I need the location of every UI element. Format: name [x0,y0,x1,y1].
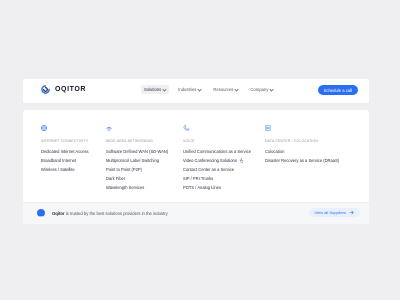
menu-link[interactable]: Wavelength Services [106,185,168,190]
menu-link[interactable]: Broadband Internet [41,158,89,163]
menu-link[interactable]: Dedicated Internet Access [41,149,89,154]
menu-link[interactable]: Disaster Recovery as a Service (DRaaS) [265,158,339,163]
nav-item-industries[interactable]: Industries [175,85,204,94]
schedule-call-button[interactable]: Schedule a call [317,85,358,95]
globe-icon [40,124,48,132]
chevron-down-icon [269,86,274,92]
menu-link[interactable]: Unified Communications as a Service [183,149,251,154]
menu-link[interactable]: Contact Center as a Service [183,167,251,172]
menu-column-wan: WIDE AREA NETWORKING Software Defined WA… [106,121,168,194]
menu-column-title: INTERNET CONNECTIVITY [41,139,89,143]
view-suppliers-label: View all Suppliers [314,210,347,215]
menu-column-title: WIDE AREA NETWORKING [106,139,153,143]
menu-column-title: DATA CENTER / COLOCATION [265,139,319,143]
menu-link-label: Video Conferencing Solutions [183,158,237,163]
brand-name: OQITOR [55,86,87,93]
nav-item-company[interactable]: Company [247,85,276,94]
diamond-icon [37,209,45,221]
menu-link-hovered[interactable]: Video Conferencing Solutions [183,158,251,163]
nav-label: Resources [213,87,234,92]
menu-link[interactable]: Multiprotocol Label Switching [106,158,168,163]
menu-column-datacenter: DATA CENTER / COLOCATION Colocation Disa… [265,121,339,167]
nav-label: Solutions [144,87,162,92]
main-nav: Solutions Industries Resources Company [141,85,276,94]
menu-link[interactable]: Software Defined WAN (SD-WAN) [106,149,168,154]
nav-item-resources[interactable]: Resources [210,85,241,94]
trust-brand: Oqitor [52,211,65,216]
menu-link[interactable]: SIP / PRI Trunks [183,176,251,181]
menu-link[interactable]: Wireless / Satellite [41,167,89,172]
menu-link[interactable]: POTS / Analog Lines [183,185,251,190]
chevron-down-icon [162,86,167,92]
top-navigation-bar: OQITOR Solutions Industries Resources Co… [23,79,369,103]
arrow-right-icon [349,210,354,215]
hand-cursor-icon [239,158,244,163]
menu-column-internet: INTERNET CONNECTIVITY Dedicated Internet… [40,121,89,176]
nav-item-solutions[interactable]: Solutions [141,85,170,94]
menu-link[interactable]: Colocation [265,149,339,154]
menu-column-voice: VOICE Unified Communications as a Servic… [183,121,251,194]
chevron-down-icon [197,86,203,92]
nav-label: Industries [178,87,197,92]
logo-mark-icon [41,85,50,94]
view-suppliers-button[interactable]: View all Suppliers [308,208,360,217]
trust-statement: Oqitor is trusted by the best solutions … [52,211,168,216]
chevron-down-icon [234,86,240,92]
trust-text: is trusted by the best solutions provide… [64,211,168,216]
menu-link[interactable]: Dark Fiber [106,176,168,181]
solutions-mega-menu: INTERNET CONNECTIVITY Dedicated Internet… [23,110,369,224]
menu-column-title: VOICE [183,139,195,143]
nav-label: Company [250,87,269,92]
brand-logo[interactable]: OQITOR [41,85,86,94]
menu-footer: Oqitor is trusted by the best solutions … [23,202,369,224]
menu-link[interactable]: Point to Point (P2P) [106,167,168,172]
network-icon [106,126,112,131]
phone-icon [183,125,190,131]
server-icon [265,125,271,131]
